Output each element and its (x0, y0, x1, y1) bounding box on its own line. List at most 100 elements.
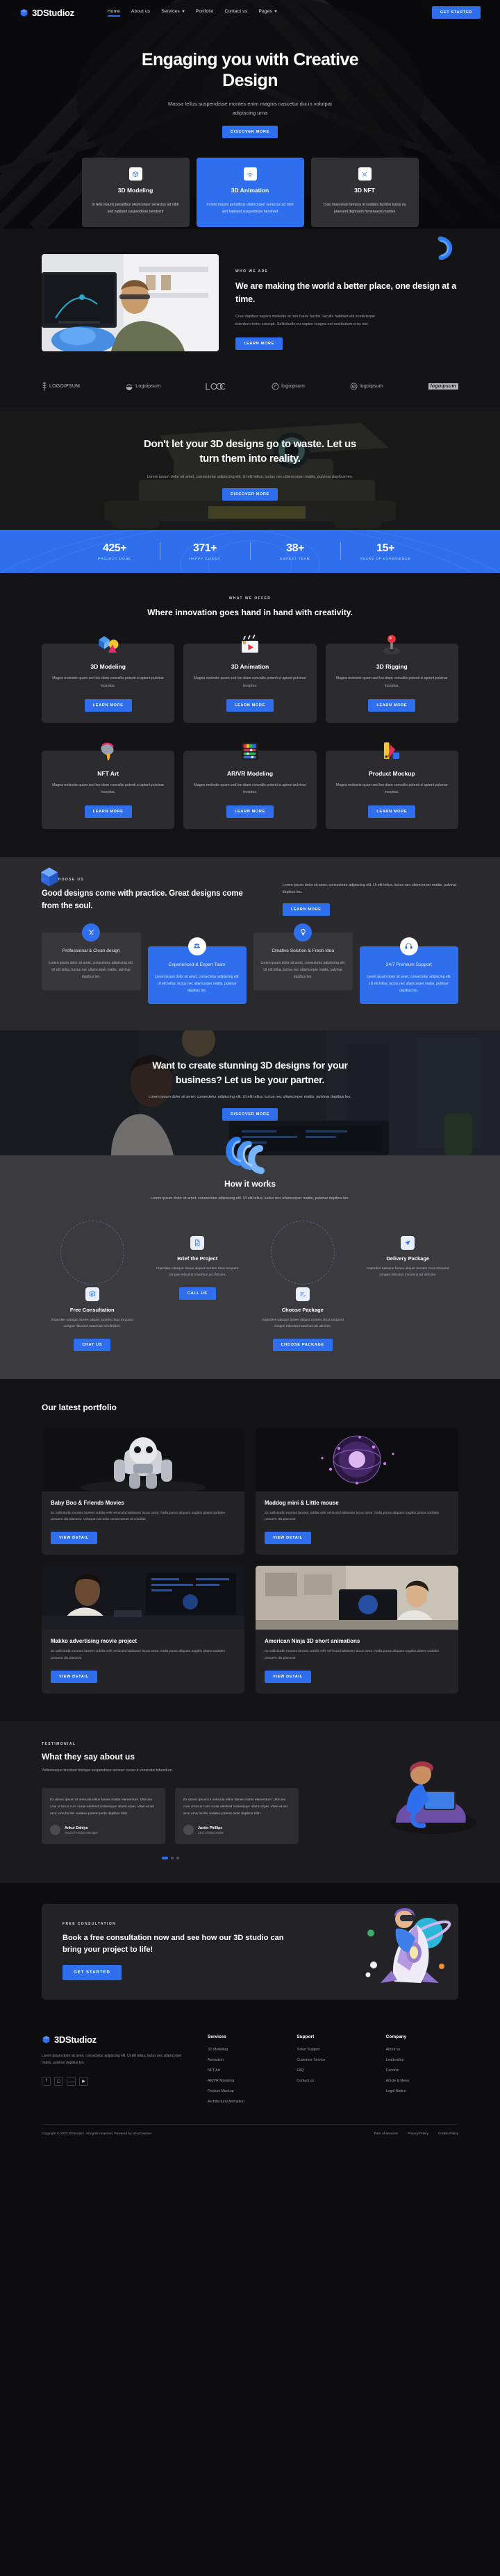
nav-item-home[interactable]: Home (107, 9, 121, 17)
feature-card-creative-solution-fresh-idea[interactable]: Creative Solution & Fresh Idea Lorem ips… (253, 923, 353, 991)
testimonial-card-ankur-dahiya[interactable]: Ex donec ipsum ut vehicula tellus fames … (42, 1787, 165, 1845)
footer-link[interactable]: Animation (208, 2058, 280, 2062)
portfolio-view-detail-button[interactable]: VIEW DETAIL (51, 1670, 97, 1683)
footer-link[interactable]: FAQ (297, 2068, 369, 2073)
portfolio-card-american-ninja-3d-short-animations[interactable]: American Ninja 3D short animations Ex so… (256, 1566, 458, 1693)
stats-bar: 425+ PROJECT DONE 371+ HAPPY CLIENT 38+ … (0, 530, 500, 573)
service-card-nft-art[interactable]: NFT Art Magna molestie quam sed leo diam… (42, 742, 175, 829)
why-choose-us-cards: Professional & Clean design Lorem ipsum … (42, 923, 458, 1005)
footer-link[interactable]: Ticket Support (297, 2048, 369, 2052)
service-card-3d-modeling[interactable]: 3D Modeling Magna molestie quam sed leo … (42, 636, 175, 723)
service-card-3d-rigging[interactable]: 3D Rigging Magna molestie quam sed leo d… (325, 635, 458, 723)
step-brief-the-project: Brief the Project Imperdiet natoque fame… (147, 1235, 249, 1351)
partner-discover-more-button[interactable]: DISCOVER MORE (222, 1108, 278, 1121)
service-card-product-mockup[interactable]: Product Mockup Magna molestie quam sed l… (325, 742, 458, 829)
services-title: Where innovation goes hand in hand with … (147, 608, 353, 617)
footer-link[interactable]: Legal Notice (386, 2089, 458, 2093)
why-choose-us-eyebrow: WHY CHOOSE US (42, 877, 85, 882)
nav-item-about-us[interactable]: About us (131, 9, 150, 17)
service-card-ar-vr-modeling[interactable]: AR/VR Modeling Magna molestie quam sed l… (183, 742, 317, 829)
step-text: Imperdiet natoque fames aliquet montes r… (261, 1318, 344, 1329)
brand-logo[interactable]: 3DStudioz (19, 8, 74, 18)
portfolio-card-makko-advertising-movie-project[interactable]: Makko advertising movie project Ex solli… (42, 1566, 244, 1693)
nav-item-services[interactable]: Services (161, 9, 185, 17)
footer-column-heading: Company (385, 2034, 407, 2040)
facebook-icon[interactable]: f (42, 2076, 51, 2086)
testimonial-card-justin-phillips[interactable]: Ex donec ipsum ut vehicula tellus fames … (175, 1787, 299, 1845)
service-learn-more-button[interactable]: LEARN MORE (368, 699, 416, 712)
instagram-icon[interactable]: ▢ (54, 2076, 63, 2086)
portfolio-view-detail-button[interactable]: VIEW DETAIL (265, 1670, 311, 1683)
stat-label: HAPPY CLIENT (189, 557, 221, 560)
why-choose-us-title: Good designs come with practice. Great d… (42, 889, 243, 910)
service-learn-more-button[interactable]: LEARN MORE (226, 805, 274, 818)
main-nav: Home About us Services Portfolio Contact… (107, 9, 277, 17)
footer-link[interactable]: Article & News (386, 2079, 458, 2083)
footer-link[interactable]: Architectural Animation (208, 2100, 280, 2104)
bowl-icon (126, 384, 133, 390)
portfolio-view-detail-button[interactable]: VIEW DETAIL (51, 1532, 97, 1545)
nav-item-pages[interactable]: Pages (259, 9, 277, 17)
header-get-started-button[interactable]: GET STARTED (431, 6, 481, 19)
stat-label: PROJECT DONE (98, 557, 131, 560)
testimonial-author-name: Ankur Dahiya (65, 1825, 88, 1830)
feature-text: Lorem ipsum dolor sit amet, consectetur … (260, 961, 346, 979)
feature-title: Creative Solution & Fresh Idea (272, 948, 335, 953)
client-logo-2: Logoipsum (125, 383, 160, 391)
hero-card-3d-nft[interactable]: 3D NFT Cras maecenas tempus id sodales f… (310, 158, 419, 227)
carousel-dot-3[interactable] (176, 1857, 179, 1860)
testimonials-section: TESTIMONIAL What they say about us Pelle… (0, 1721, 500, 1884)
footer-legal-link-privacy[interactable]: Privacy Policy (408, 2132, 428, 2136)
footer-link[interactable]: NFT Art (208, 2068, 280, 2073)
youtube-icon[interactable]: ▶ (79, 2076, 88, 2086)
service-learn-more-button[interactable]: LEARN MORE (84, 699, 132, 712)
step-chat-us-button[interactable]: CHAT US (74, 1338, 111, 1351)
portfolio-view-detail-button[interactable]: VIEW DETAIL (265, 1532, 311, 1545)
feature-card-experienced-expert-team[interactable]: Experienced & Expert Team Lorem ipsum do… (147, 937, 247, 1005)
hero-card-3d-modeling[interactable]: 3D Modeling In felis mauris penatibus ul… (81, 158, 190, 227)
spiral-icon (350, 383, 358, 390)
nav-item-portfolio[interactable]: Portfolio (196, 9, 214, 17)
footer-link[interactable]: Customer Service (297, 2058, 369, 2062)
why-choose-us-learn-more-button[interactable]: LEARN MORE (282, 903, 330, 916)
portfolio-card-baby-boo-friends-movies[interactable]: Baby Boo & Friends Movies Ex sollicitudi… (42, 1427, 244, 1555)
reality-content: Don't let your 3D designs go to waste. L… (0, 408, 500, 501)
footer-legal-link-terms[interactable]: Term of services (374, 2132, 398, 2136)
portfolio-thumbnail (42, 1566, 244, 1630)
carousel-dots[interactable] (42, 1857, 299, 1860)
footer-link[interactable]: About us (386, 2048, 458, 2052)
book-get-started-button[interactable]: GET STARTED (62, 1965, 122, 1981)
services-eyebrow: WHAT WE OFFER (228, 596, 272, 601)
footer-brand-logo[interactable]: 3DStudioz (42, 2034, 191, 2045)
twitter-icon[interactable]: ⸺ (67, 2076, 76, 2086)
step-choose-package-button[interactable]: CHOOSE PACKAGE (272, 1338, 333, 1351)
footer-link[interactable]: Leadership (386, 2058, 458, 2062)
reality-discover-more-button[interactable]: DISCOVER MORE (222, 488, 278, 501)
portfolio-card-maddog-mini-little-mouse[interactable]: Maddog mini & Little mouse Ex sollicitud… (256, 1427, 458, 1555)
feature-card-24-7-premium-support[interactable]: 24/7 Premium Support Lorem ipsum dolor s… (359, 937, 458, 1005)
client-logo-label: logoipsum (281, 384, 306, 389)
footer-legal-link-cookies[interactable]: Cookie Policy (438, 2132, 458, 2136)
step-text: Imperdiet natoque fames aliquet montes r… (51, 1318, 133, 1329)
hero-card-3d-animation[interactable]: 3D Animation In felis mauris penatibus u… (196, 158, 304, 227)
service-learn-more-button[interactable]: LEARN MORE (368, 805, 416, 818)
carousel-dot-1[interactable] (161, 1857, 168, 1860)
paper-plane-icon (401, 1235, 415, 1250)
footer-link[interactable]: Product Mockup (208, 2089, 280, 2093)
carousel-dot-2[interactable] (170, 1857, 174, 1860)
service-learn-more-button[interactable]: LEARN MORE (226, 699, 274, 712)
step-call-us-button[interactable]: CALL US (178, 1287, 216, 1300)
footer-link[interactable]: AR/VR Modeling (208, 2079, 280, 2083)
partner-content: Want to create stunning 3D designs for y… (0, 1030, 500, 1121)
footer-link[interactable]: 3D Modeling (208, 2048, 280, 2052)
service-learn-more-button[interactable]: LEARN MORE (84, 805, 132, 818)
nav-item-contact-us[interactable]: Contact us (224, 9, 247, 17)
footer-bottom-bar: Copyright © 2023 3DStudioz. All rights r… (42, 2124, 458, 2146)
who-we-are-learn-more-button[interactable]: LEARN MORE (235, 337, 283, 350)
footer-link[interactable]: Contact us (297, 2079, 369, 2083)
service-card-3d-animation[interactable]: 3D Animation Magna molestie quam sed leo… (183, 635, 317, 723)
feature-card-professional-clean-design[interactable]: Professional & Clean design Lorem ipsum … (42, 923, 141, 991)
footer-link[interactable]: Careers (386, 2068, 458, 2073)
hero-discover-more-button[interactable]: DISCOVER MORE (222, 126, 278, 139)
portfolio-thumbnail (42, 1427, 244, 1491)
